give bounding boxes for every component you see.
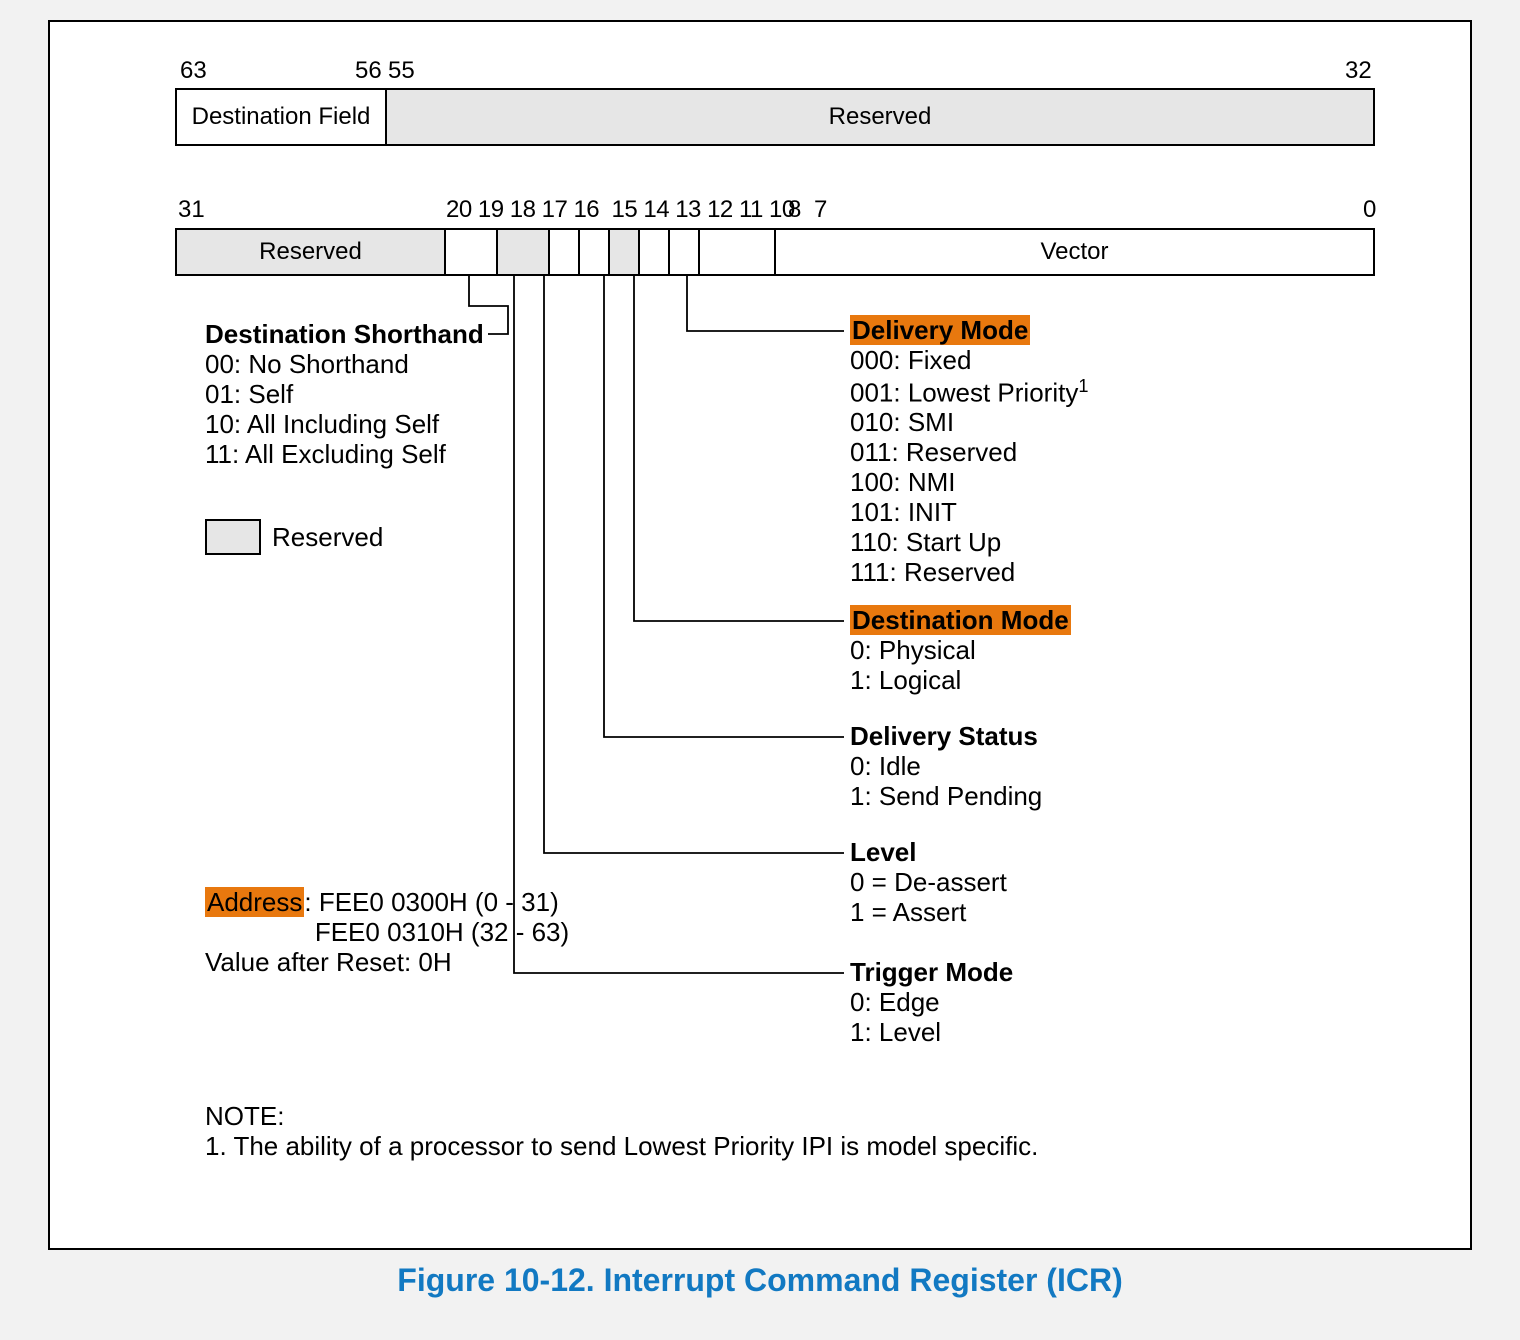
- delivery-mode-title: Delivery Mode: [850, 315, 1030, 345]
- field-reserved-13: [610, 230, 640, 274]
- dmode-011: 011: Reserved: [850, 437, 1017, 467]
- dmode-010: 010: SMI: [850, 407, 954, 437]
- bit-tick-56: 56: [355, 57, 382, 85]
- field-level: [580, 230, 610, 274]
- dstat-0: 0: Idle: [850, 751, 921, 781]
- upper-word-box: Destination Field Reserved: [175, 88, 1375, 146]
- trigger-mode-block: Trigger Mode 0: Edge 1: Level: [850, 958, 1013, 1048]
- bit-tick-31: 31: [178, 196, 205, 224]
- field-vector: Vector: [776, 230, 1373, 274]
- dmode-101: 101: INIT: [850, 497, 957, 527]
- address-line-1: : FEE0 0300H (0 - 31): [304, 887, 558, 917]
- note-body: 1. The ability of a processor to send Lo…: [205, 1131, 1038, 1161]
- note-block: NOTE: 1. The ability of a processor to s…: [205, 1102, 1038, 1162]
- trig-1: 1: Level: [850, 1017, 941, 1047]
- field-trigger-mode: [550, 230, 580, 274]
- bit-tick-55: 55: [388, 57, 415, 85]
- dmode-000: 000: Fixed: [850, 345, 971, 375]
- level-0: 0 = De-assert: [850, 867, 1007, 897]
- delivery-status-title: Delivery Status: [850, 721, 1038, 751]
- destm-1: 1: Logical: [850, 665, 961, 695]
- trigger-mode-title: Trigger Mode: [850, 957, 1013, 987]
- destm-0: 0: Physical: [850, 635, 976, 665]
- field-delivery-status: [640, 230, 670, 274]
- field-delivery-mode: [700, 230, 776, 274]
- bit-tick-63: 63: [180, 57, 207, 85]
- reserved-legend-label: Reserved: [272, 522, 383, 553]
- address-line-2: FEE0 0310H (32 - 63): [315, 917, 569, 947]
- bit-tick-7: 7: [814, 196, 827, 224]
- dmode-001: 001: Lowest Priority: [850, 377, 1078, 407]
- ds-10: 10: All Including Self: [205, 409, 439, 439]
- address-block: Address: FEE0 0300H (0 - 31) Address: FE…: [205, 888, 569, 978]
- field-reserved-17-16: [498, 230, 550, 274]
- destination-mode-title: Destination Mode: [850, 605, 1071, 635]
- figure-caption: Figure 10-12. Interrupt Command Register…: [0, 1262, 1520, 1299]
- reset-value: Value after Reset: 0H: [205, 947, 452, 977]
- dest-shorthand-block: Destination Shorthand 00: No Shorthand 0…: [205, 320, 484, 469]
- field-destination: Destination Field: [177, 90, 387, 144]
- field-lower-reserved: Reserved: [177, 230, 446, 274]
- delivery-mode-block: Delivery Mode 000: Fixed 001: Lowest Pri…: [850, 316, 1088, 588]
- ds-00: 00: No Shorthand: [205, 349, 409, 379]
- dmode-100: 100: NMI: [850, 467, 956, 497]
- trig-0: 0: Edge: [850, 987, 940, 1017]
- level-title: Level: [850, 837, 917, 867]
- ds-01: 01: Self: [205, 379, 293, 409]
- level-block: Level 0 = De-assert 1 = Assert: [850, 838, 1007, 928]
- reserved-swatch: [205, 519, 261, 555]
- bit-tick-32: 32: [1345, 57, 1372, 85]
- dmode-111: 111: Reserved: [850, 557, 1015, 587]
- level-1: 1 = Assert: [850, 897, 966, 927]
- destination-mode-block: Destination Mode 0: Physical 1: Logical: [850, 606, 1071, 696]
- figure-frame: 63 56 55 32 Destination Field Reserved 3…: [48, 20, 1472, 1250]
- address-label: Address: [205, 887, 304, 917]
- lower-word-box: Reserved Vector: [175, 228, 1375, 276]
- note-head: NOTE:: [205, 1101, 284, 1131]
- ds-11: 11: All Excluding Self: [205, 439, 446, 469]
- bit-tick-0: 0: [1363, 196, 1376, 224]
- dmode-110: 110: Start Up: [850, 527, 1001, 557]
- field-destination-mode: [670, 230, 700, 274]
- bit-ticks-mid: 20 19 18 17 16 15 14 13 12 11 10: [446, 196, 795, 224]
- field-upper-reserved: Reserved: [387, 90, 1373, 144]
- delivery-status-block: Delivery Status 0: Idle 1: Send Pending: [850, 722, 1042, 812]
- bit-tick-8: 8: [788, 196, 801, 224]
- field-dest-shorthand: [446, 230, 498, 274]
- dstat-1: 1: Send Pending: [850, 781, 1042, 811]
- dest-shorthand-title: Destination Shorthand: [205, 319, 484, 349]
